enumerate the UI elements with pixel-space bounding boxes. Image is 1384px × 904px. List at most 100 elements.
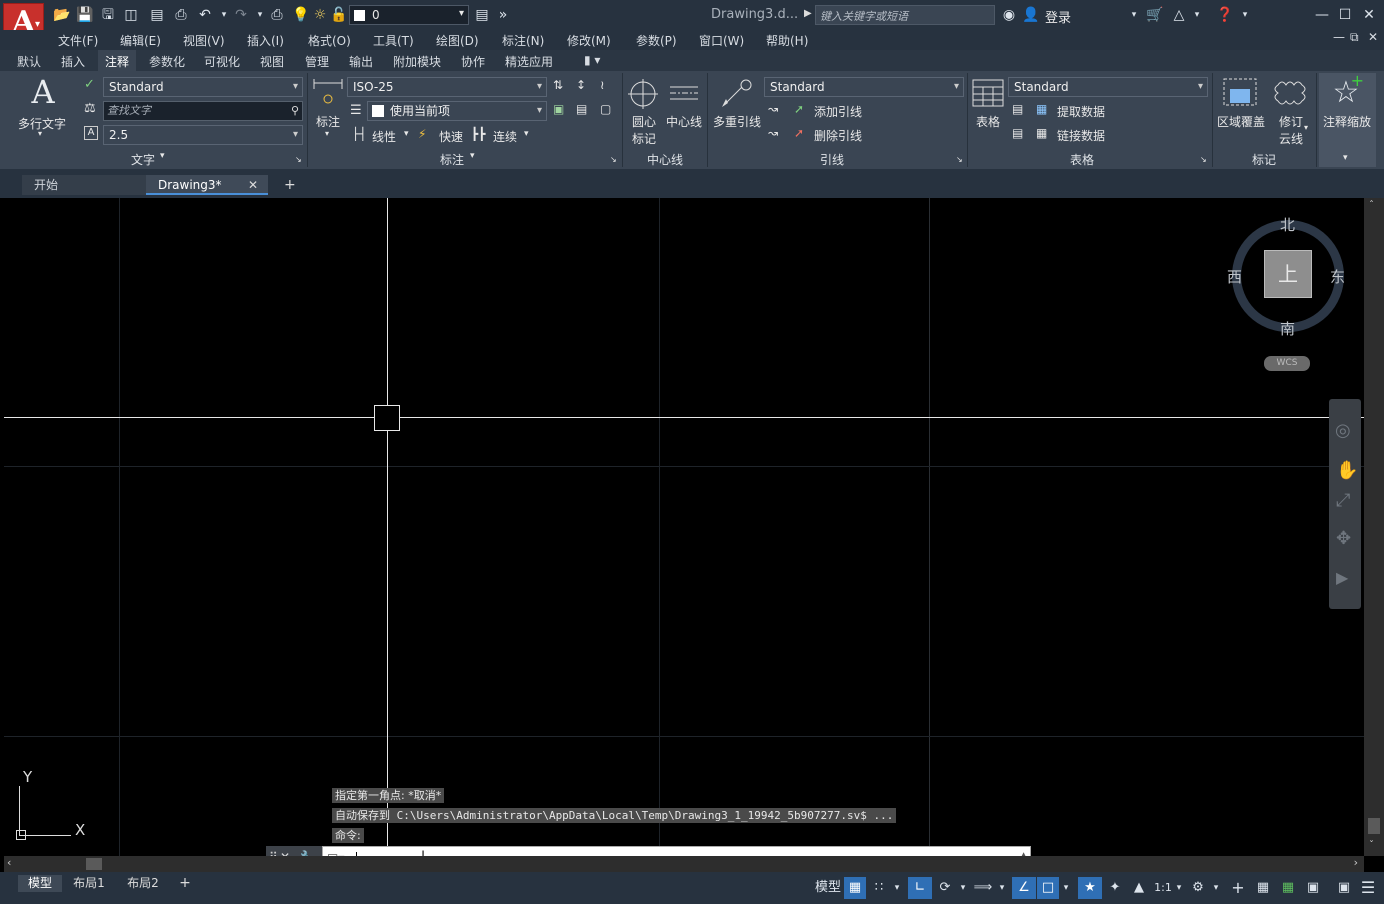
dimension-button[interactable]: 标注: [316, 113, 340, 130]
text-panel-launcher-icon[interactable]: ↘: [295, 155, 302, 164]
table-button[interactable]: 表格: [976, 113, 1000, 130]
search-expand-icon[interactable]: ▶: [804, 8, 812, 19]
search-input[interactable]: 键入关键字或短语: [815, 5, 995, 25]
plot-icon[interactable]: ◫: [122, 6, 140, 24]
dimension-panel-launcher-icon[interactable]: ↘: [610, 155, 617, 164]
annotation-scaling-expand-icon[interactable]: ▾: [1343, 153, 1348, 163]
cart-icon[interactable]: 🛒: [1146, 6, 1164, 24]
spell-check-icon[interactable]: ✓: [84, 77, 95, 92]
extract-data-icon[interactable]: ▦: [1036, 102, 1047, 116]
isodraft-icon[interactable]: ⟹: [972, 877, 994, 899]
grid-icon[interactable]: ▦: [844, 877, 866, 899]
continue-dim-icon[interactable]: ┣┣: [471, 127, 485, 141]
user-icon[interactable]: 👤: [1022, 6, 1040, 24]
menu-modify[interactable]: 修改(M): [567, 32, 611, 49]
annotation-visibility-icon[interactable]: ★: [1078, 877, 1102, 899]
quick-dim-icon[interactable]: ⚡: [418, 127, 426, 141]
orbit-icon[interactable]: ✥: [1336, 528, 1351, 549]
maximize-icon[interactable]: ☐: [1336, 6, 1354, 24]
tab-collaborate[interactable]: 协作: [461, 53, 485, 70]
scroll-right-icon[interactable]: ›: [1354, 856, 1358, 869]
annotation-monitor-icon[interactable]: +: [1227, 877, 1249, 899]
doc-close-icon[interactable]: ✕: [1368, 30, 1378, 44]
menu-view[interactable]: 视图(V): [183, 32, 225, 49]
minimize-icon[interactable]: —: [1313, 6, 1331, 24]
scroll-down-icon[interactable]: ˇ: [1369, 840, 1374, 851]
vertical-scrollbar[interactable]: ˆ ˇ: [1364, 198, 1384, 856]
add-layout-icon[interactable]: +: [172, 875, 198, 892]
isodraft-dropdown-icon[interactable]: ▾: [996, 877, 1008, 899]
clean-screen-icon[interactable]: ▣: [1333, 877, 1355, 899]
centerline-button[interactable]: 中心线: [666, 113, 702, 130]
dim-break-icon[interactable]: ↕: [576, 78, 586, 92]
menu-tools[interactable]: 工具(T): [373, 32, 414, 49]
annotation-scaling-icon[interactable]: ☆ +: [1330, 71, 1364, 110]
scroll-thumb[interactable]: [86, 858, 102, 870]
linear-dropdown-icon[interactable]: ▾: [404, 129, 409, 139]
redo-dropdown-icon[interactable]: ▾: [251, 6, 269, 24]
doc-restore-icon[interactable]: ⧉: [1350, 30, 1359, 45]
dim-space-icon[interactable]: ⇅: [553, 78, 563, 92]
tab-drawing3[interactable]: Drawing3* ✕: [146, 175, 268, 195]
multileader-icon[interactable]: [720, 77, 754, 109]
showmotion-icon[interactable]: ▶: [1336, 568, 1348, 587]
workspace-dropdown-icon[interactable]: ▾: [1210, 877, 1222, 899]
doc-minimize-icon[interactable]: —: [1333, 30, 1345, 44]
tab-parametric[interactable]: 参数化: [149, 53, 185, 70]
compass-north[interactable]: 北: [1280, 214, 1295, 235]
horizontal-scrollbar[interactable]: ‹ ›: [4, 856, 1364, 872]
isolate-objects-icon[interactable]: ▣: [1302, 877, 1324, 899]
tab-visualize[interactable]: 可视化: [204, 53, 240, 70]
zoom-extents-icon[interactable]: ⤢: [1336, 490, 1350, 511]
scale-dropdown-icon[interactable]: ▾: [1173, 877, 1185, 899]
tab-output[interactable]: 输出: [349, 53, 373, 70]
align-leader-icon[interactable]: ↝: [768, 126, 778, 140]
dimension-icon[interactable]: [312, 77, 344, 109]
layer-unlock-icon[interactable]: 🔓: [330, 6, 348, 24]
undo-icon[interactable]: ↶: [196, 6, 214, 24]
text-height-dropdown[interactable]: 2.5: [103, 125, 303, 145]
help-icon[interactable]: ❓: [1216, 6, 1234, 24]
text-panel-title[interactable]: 文字: [131, 151, 155, 168]
customization-menu-icon[interactable]: ☰: [1357, 877, 1379, 899]
revision-cloud-dropdown-icon[interactable]: ▾: [1304, 123, 1308, 132]
layer-on-icon[interactable]: 💡: [292, 6, 310, 24]
menu-edit[interactable]: 编辑(E): [120, 32, 161, 49]
quick-access-overflow-icon[interactable]: »: [494, 6, 512, 24]
tables-panel-launcher-icon[interactable]: ↘: [1200, 155, 1207, 164]
dim-inspect-icon[interactable]: ▣: [553, 102, 564, 116]
leaders-panel-title[interactable]: 引线: [820, 151, 844, 168]
quick-properties-icon[interactable]: ▦: [1277, 877, 1299, 899]
linear-dim-icon[interactable]: ├┤: [352, 127, 366, 141]
object-snap-icon[interactable]: □: [1037, 877, 1059, 899]
quick-dimension-button[interactable]: 快速: [439, 128, 463, 145]
remove-leader-icon[interactable]: ➚: [794, 126, 804, 140]
tab-manage[interactable]: 管理: [305, 53, 329, 70]
object-snap-tracking-icon[interactable]: ∠: [1012, 877, 1036, 899]
dimension-layer-dropdown[interactable]: 使用当前项: [367, 101, 547, 121]
annotation-scale-value[interactable]: 1:1: [1152, 877, 1174, 899]
autoscale-icon[interactable]: ✦: [1104, 877, 1126, 899]
menu-file[interactable]: 文件(F): [58, 32, 98, 49]
add-leader-icon[interactable]: ➚: [794, 102, 804, 116]
menu-format[interactable]: 格式(O): [308, 32, 351, 49]
dim-jog-icon[interactable]: ≀: [600, 78, 605, 92]
model-space-button[interactable]: 模型: [813, 877, 843, 899]
ortho-icon[interactable]: ∟: [908, 877, 932, 899]
tab-layout2[interactable]: 布局2: [120, 875, 166, 892]
login-dropdown-icon[interactable]: ▾: [1125, 6, 1143, 24]
revision-cloud-icon[interactable]: [1274, 79, 1308, 105]
wipeout-icon[interactable]: [1222, 77, 1258, 107]
tab-insert[interactable]: 插入: [61, 53, 85, 70]
multiline-text-dropdown-icon[interactable]: ▾: [38, 129, 42, 138]
undo-dropdown-icon[interactable]: ▾: [215, 6, 233, 24]
menu-dimension[interactable]: 标注(N): [502, 32, 544, 49]
leaders-panel-launcher-icon[interactable]: ↘: [956, 155, 963, 164]
annotation-scale-icon[interactable]: ▲: [1128, 877, 1150, 899]
compass-south[interactable]: 南: [1280, 318, 1295, 339]
search-icon[interactable]: ⚲: [291, 102, 299, 119]
layer-thaw-icon[interactable]: ☼: [311, 6, 329, 24]
layer-properties-icon[interactable]: ▤: [473, 6, 491, 24]
menu-window[interactable]: 窗口(W): [699, 32, 744, 49]
steering-wheel-icon[interactable]: ◎: [1335, 420, 1351, 441]
